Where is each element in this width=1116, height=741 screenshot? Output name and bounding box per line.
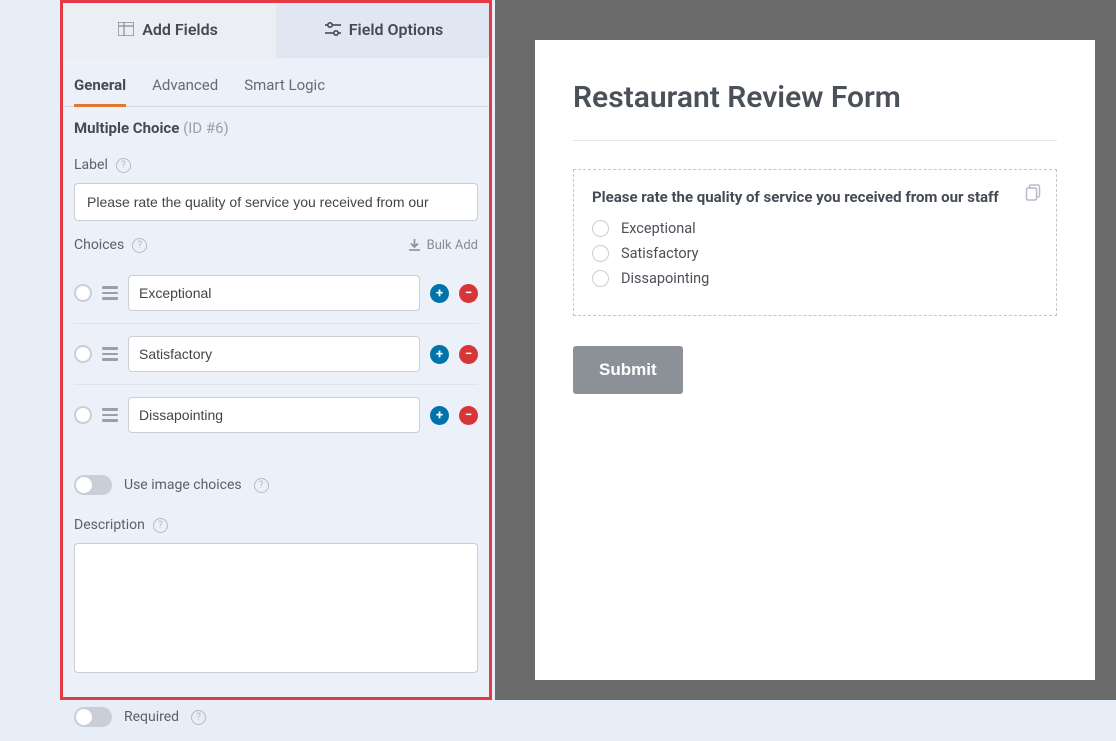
preview-choice[interactable]: Dissapointing: [592, 270, 1038, 287]
add-choice-button[interactable]: +: [430, 345, 449, 364]
choice-row: + −: [74, 324, 478, 385]
subtab-advanced[interactable]: Advanced: [152, 76, 218, 106]
choice-default-radio[interactable]: [74, 345, 92, 363]
bulk-add-button[interactable]: Bulk Add: [408, 238, 478, 253]
choices-section-title: Choices: [74, 237, 124, 253]
label-input[interactable]: [74, 183, 478, 221]
choice-input[interactable]: [128, 397, 420, 433]
help-icon[interactable]: ?: [191, 710, 206, 725]
radio-icon: [592, 270, 609, 287]
remove-choice-button[interactable]: −: [459, 406, 478, 425]
drag-handle-icon[interactable]: [102, 286, 118, 300]
remove-choice-button[interactable]: −: [459, 284, 478, 303]
copy-icon[interactable]: [1025, 184, 1042, 201]
radio-icon: [592, 220, 609, 237]
help-icon[interactable]: ?: [116, 158, 131, 173]
field-id: (ID #6): [183, 119, 229, 137]
add-choice-button[interactable]: +: [430, 406, 449, 425]
sliders-icon: [325, 22, 341, 36]
toggle-required[interactable]: [74, 707, 112, 727]
description-textarea[interactable]: [74, 543, 478, 673]
tab-add-fields[interactable]: Add Fields: [60, 0, 276, 58]
preview-choice[interactable]: Exceptional: [592, 220, 1038, 237]
add-choice-button[interactable]: +: [430, 284, 449, 303]
label-section-title: Label: [74, 157, 108, 173]
help-icon[interactable]: ?: [254, 478, 269, 493]
subtab-general[interactable]: General: [74, 76, 126, 107]
preview-choice-label: Exceptional: [621, 220, 696, 237]
field-preview-label: Please rate the quality of service you r…: [592, 188, 1038, 206]
remove-choice-button[interactable]: −: [459, 345, 478, 364]
radio-icon: [592, 245, 609, 262]
help-icon[interactable]: ?: [153, 518, 168, 533]
drag-handle-icon[interactable]: [102, 408, 118, 422]
top-tabs: Add Fields Field Options: [60, 0, 492, 58]
form-preview: Restaurant Review Form Please rate the q…: [535, 40, 1095, 680]
submit-button[interactable]: Submit: [573, 346, 683, 394]
preview-choice-label: Satisfactory: [621, 245, 699, 262]
form-title: Restaurant Review Form: [573, 80, 1057, 141]
tab-add-fields-label: Add Fields: [142, 20, 218, 39]
choice-input[interactable]: [128, 336, 420, 372]
preview-choice[interactable]: Satisfactory: [592, 245, 1038, 262]
help-icon[interactable]: ?: [132, 238, 147, 253]
toggle-required-label: Required: [124, 709, 179, 725]
choice-default-radio[interactable]: [74, 284, 92, 302]
description-section-title: Description: [74, 517, 145, 533]
drag-handle-icon[interactable]: [102, 347, 118, 361]
grid-icon: [118, 22, 134, 36]
bulk-add-label: Bulk Add: [427, 238, 478, 253]
field-type-name: Multiple Choice: [74, 119, 179, 137]
choice-row: + −: [74, 385, 478, 445]
preview-canvas: Restaurant Review Form Please rate the q…: [495, 0, 1116, 700]
choice-input[interactable]: [128, 275, 420, 311]
subtab-smart-logic[interactable]: Smart Logic: [244, 76, 325, 106]
field-preview-box[interactable]: Please rate the quality of service you r…: [573, 169, 1057, 316]
toggle-use-image-choices[interactable]: [74, 475, 112, 495]
download-icon: [408, 239, 421, 252]
choice-row: + −: [74, 263, 478, 324]
choice-default-radio[interactable]: [74, 406, 92, 424]
field-heading: Multiple Choice (ID #6): [60, 107, 492, 149]
tab-field-options-label: Field Options: [349, 20, 443, 39]
toggle-use-image-choices-label: Use image choices: [124, 477, 242, 493]
tab-field-options[interactable]: Field Options: [276, 0, 492, 58]
preview-choice-label: Dissapointing: [621, 270, 709, 287]
sub-tabs: General Advanced Smart Logic: [60, 58, 492, 107]
